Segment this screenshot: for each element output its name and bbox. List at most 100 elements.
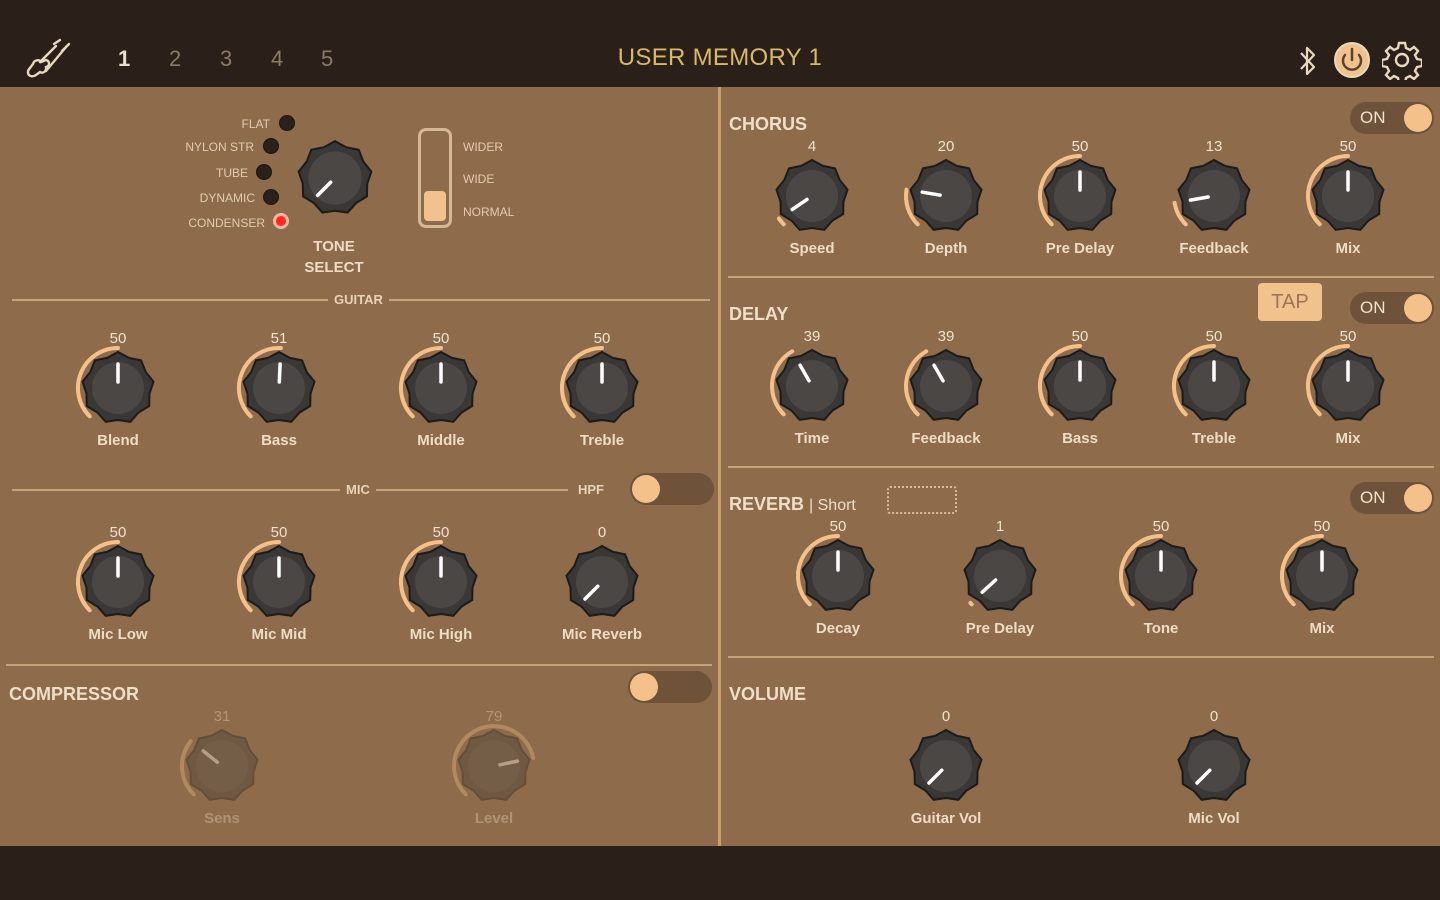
tone-led-flat[interactable]	[279, 115, 295, 131]
tone-option-flat[interactable]: FLAT	[150, 117, 270, 131]
mic-mic-mid-knob-group: 50 Mic Mid	[219, 524, 339, 654]
reverb-divider	[728, 656, 1434, 658]
guitar-blend-knob[interactable]	[74, 344, 162, 432]
tone-option-nylon[interactable]: NYLON STR	[134, 140, 254, 154]
tone-option-condenser[interactable]: CONDENSER	[145, 216, 265, 230]
delay-mix-knob[interactable]	[1304, 342, 1392, 430]
chorus-mix-knob[interactable]	[1304, 152, 1392, 240]
tone-led-nylon[interactable]	[263, 138, 279, 154]
top-bar: 1 2 3 4 5 USER MEMORY 1	[0, 0, 1440, 87]
guitar-icon[interactable]	[22, 38, 72, 80]
tone-led-tube[interactable]	[256, 164, 272, 180]
guitar-bass-knob-group: 51 Bass	[219, 330, 339, 460]
volume-mic-vol-knob[interactable]	[1170, 722, 1258, 810]
mic-mic-high-knob[interactable]	[397, 538, 485, 626]
compressor-title: COMPRESSOR	[9, 684, 140, 704]
guitar-bass-knob[interactable]	[235, 344, 323, 432]
compressor-level-knob	[452, 724, 536, 801]
reverb-decay-knob[interactable]	[794, 532, 882, 620]
mic-mic-reverb-knob-group: 0 Mic Reverb	[542, 524, 662, 654]
volume-title: VOLUME	[729, 684, 807, 704]
mic-mic-high-knob-group: 50 Mic High	[381, 524, 501, 654]
delay-time-knob[interactable]	[768, 342, 856, 430]
power-icon[interactable]	[1332, 40, 1372, 80]
slider-thumb[interactable]	[424, 191, 446, 221]
knob-label: Depth	[924, 240, 968, 257]
guitar-middle-knob-group: 50 Middle	[381, 330, 501, 460]
tone-led-dynamic[interactable]	[263, 189, 279, 205]
chorus-pre-delay-knob-group: 50 Pre Delay	[1020, 138, 1140, 268]
chorus-divider	[728, 276, 1434, 278]
delay-mix-knob-group: 50 Mix	[1288, 328, 1408, 458]
reverb-type-label: | Short	[809, 497, 856, 514]
width-option-wide[interactable]: WIDE	[463, 172, 494, 186]
reverb-tone-knob[interactable]	[1117, 532, 1205, 620]
mic-mic-low-knob-group: 50 Mic Low	[58, 524, 178, 654]
delay-toggle[interactable]: ON	[1350, 292, 1434, 324]
width-option-wider[interactable]: WIDER	[463, 140, 503, 154]
knob-label: Mix	[1335, 240, 1361, 257]
delay-bass-knob[interactable]	[1036, 342, 1124, 430]
delay-treble-knob-group: 50 Treble	[1154, 328, 1274, 458]
memory-tab-1[interactable]: 1	[118, 46, 130, 72]
panel-divider	[718, 87, 721, 846]
stereo-width-slider[interactable]	[418, 128, 452, 228]
chorus-pre-delay-knob[interactable]	[1036, 152, 1124, 240]
compressor-toggle[interactable]	[628, 671, 712, 703]
compressor-level-knob-group: 79 Level	[434, 708, 554, 838]
tone-select-title: TONE SELECT	[304, 238, 364, 276]
mic-mic-mid-knob[interactable]	[235, 538, 323, 626]
knob-label: Pre Delay	[1045, 240, 1115, 257]
chorus-title: CHORUS	[729, 114, 808, 134]
tone-option-tube[interactable]: TUBE	[128, 166, 248, 180]
reverb-pre-delay-knob[interactable]	[956, 532, 1044, 620]
tone-led-condenser[interactable]	[273, 213, 289, 229]
memory-tab-3[interactable]: 3	[220, 46, 232, 72]
gear-icon[interactable]	[1380, 40, 1424, 85]
guitar-treble-knob[interactable]	[558, 344, 646, 432]
memory-tab-2[interactable]: 2	[169, 46, 181, 72]
knob-label: Time	[794, 430, 830, 447]
volume-guitar-vol-knob[interactable]	[902, 722, 990, 810]
chorus-toggle[interactable]: ON	[1350, 102, 1434, 134]
knob-label: Tone	[1143, 620, 1179, 637]
delay-feedback-knob[interactable]	[902, 342, 990, 430]
toggle-label: ON	[1360, 298, 1386, 317]
guitar-label: GUITAR	[328, 292, 389, 307]
toggle-label: ON	[1360, 488, 1386, 507]
tone-option-dynamic[interactable]: DYNAMIC	[135, 191, 255, 205]
hpf-label: HPF	[578, 482, 604, 497]
mic-mic-reverb-knob[interactable]	[558, 538, 646, 626]
knob-label: Speed	[789, 240, 835, 257]
knob-label: Mix	[1335, 430, 1361, 447]
knob-label: Middle	[417, 432, 465, 449]
reverb-toggle[interactable]: ON	[1350, 482, 1434, 514]
chorus-speed-knob[interactable]	[768, 152, 856, 240]
tap-tempo-button[interactable]: TAP	[1258, 283, 1322, 321]
memory-tab-4[interactable]: 4	[271, 46, 283, 72]
chorus-depth-knob[interactable]	[902, 152, 990, 240]
delay-time-knob-group: 39 Time	[752, 328, 872, 458]
knob-label: Mic Low	[88, 626, 148, 643]
guitar-middle-knob[interactable]	[397, 344, 485, 432]
knob-label: Mic Vol	[1188, 810, 1240, 827]
knob-label: Decay	[815, 620, 861, 637]
reverb-mix-knob[interactable]	[1278, 532, 1366, 620]
mic-mic-low-knob[interactable]	[74, 538, 162, 626]
hpf-toggle[interactable]	[630, 473, 714, 505]
guitar-blend-knob-group: 50 Blend	[58, 330, 178, 460]
width-option-normal[interactable]: NORMAL	[463, 205, 514, 219]
knob-label: Level	[474, 810, 514, 827]
delay-title: DELAY	[729, 304, 789, 324]
reverb-type-button[interactable]	[887, 486, 957, 514]
chorus-depth-knob-group: 20 Depth	[886, 138, 1006, 268]
volume-guitar-vol-knob-group: 0 Guitar Vol	[886, 708, 1006, 838]
bluetooth-icon[interactable]	[1296, 44, 1320, 78]
compressor-divider	[6, 664, 712, 666]
tone-select-knob[interactable]	[290, 133, 380, 223]
toggle-thumb	[632, 475, 660, 503]
knob-label: Guitar Vol	[910, 810, 982, 827]
delay-treble-knob[interactable]	[1170, 342, 1258, 430]
memory-tab-5[interactable]: 5	[321, 46, 333, 72]
chorus-feedback-knob[interactable]	[1170, 152, 1258, 240]
